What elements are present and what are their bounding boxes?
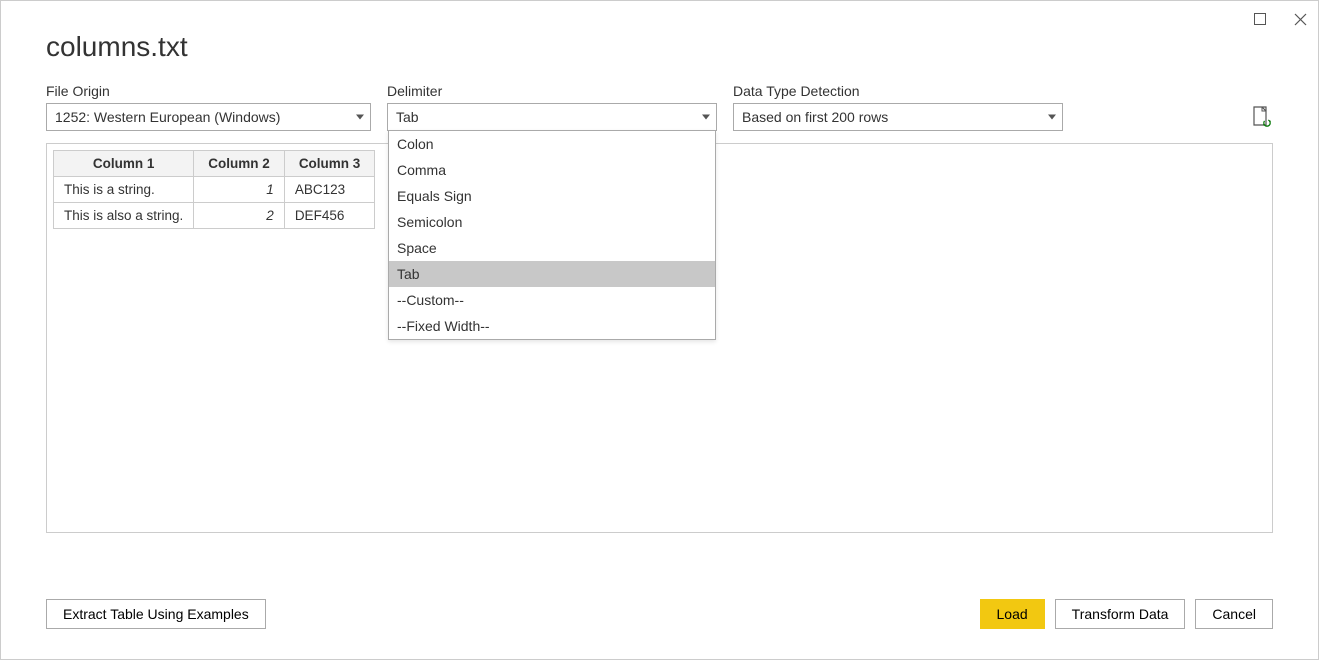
chevron-down-icon: [1048, 115, 1056, 120]
delimiter-option[interactable]: Equals Sign: [389, 183, 715, 209]
delimiter-option[interactable]: Comma: [389, 157, 715, 183]
column-header: Column 2: [194, 151, 285, 177]
table-row: This is also a string.2DEF456: [54, 203, 375, 229]
close-button[interactable]: [1290, 9, 1310, 29]
delimiter-option[interactable]: Tab: [389, 261, 715, 287]
chevron-down-icon: [702, 115, 710, 120]
dialog-title: columns.txt: [46, 31, 1273, 63]
delimiter-option[interactable]: --Fixed Width--: [389, 313, 715, 339]
load-button[interactable]: Load: [980, 599, 1045, 629]
table-cell: ABC123: [284, 177, 375, 203]
table-cell: This is also a string.: [54, 203, 194, 229]
delimiter-option-list: ColonCommaEquals SignSemicolonSpaceTab--…: [388, 130, 716, 340]
delimiter-dropdown[interactable]: Tab ColonCommaEquals SignSemicolonSpaceT…: [387, 103, 717, 131]
chevron-down-icon: [356, 115, 364, 120]
delimiter-option[interactable]: Space: [389, 235, 715, 261]
refresh-button[interactable]: [1251, 105, 1273, 129]
cancel-button[interactable]: Cancel: [1195, 599, 1273, 629]
delimiter-option[interactable]: Colon: [389, 131, 715, 157]
transform-data-button[interactable]: Transform Data: [1055, 599, 1186, 629]
detection-value: Based on first 200 rows: [742, 109, 888, 125]
delimiter-option[interactable]: --Custom--: [389, 287, 715, 313]
extract-table-button[interactable]: Extract Table Using Examples: [46, 599, 266, 629]
table-row: This is a string.1ABC123: [54, 177, 375, 203]
file-origin-label: File Origin: [46, 83, 371, 99]
delimiter-label: Delimiter: [387, 83, 717, 99]
table-cell: DEF456: [284, 203, 375, 229]
detection-dropdown[interactable]: Based on first 200 rows: [733, 103, 1063, 131]
table-cell: This is a string.: [54, 177, 194, 203]
column-header: Column 3: [284, 151, 375, 177]
column-header: Column 1: [54, 151, 194, 177]
table-cell: 1: [194, 177, 285, 203]
file-origin-dropdown[interactable]: 1252: Western European (Windows): [46, 103, 371, 131]
delimiter-value: Tab: [396, 109, 419, 125]
maximize-button[interactable]: [1250, 9, 1270, 29]
table-cell: 2: [194, 203, 285, 229]
delimiter-option[interactable]: Semicolon: [389, 209, 715, 235]
file-origin-value: 1252: Western European (Windows): [55, 109, 280, 125]
detection-label: Data Type Detection: [733, 83, 1063, 99]
preview-table: Column 1Column 2Column 3 This is a strin…: [53, 150, 375, 229]
